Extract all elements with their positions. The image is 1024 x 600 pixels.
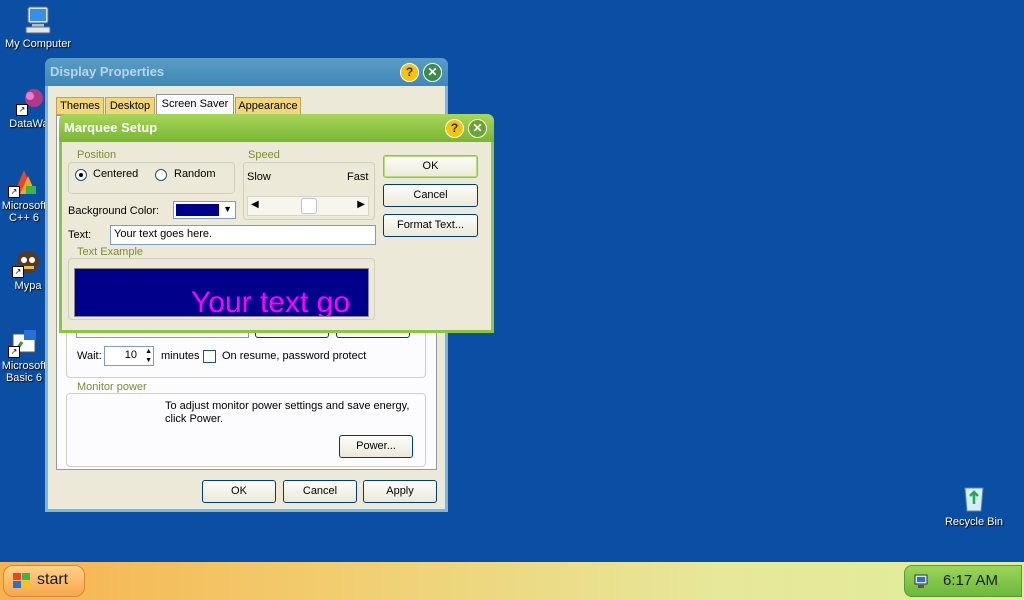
system-tray: 6:17 AM: [904, 565, 1022, 597]
background-color-swatch: [176, 204, 219, 216]
spin-up-icon: ▲: [145, 348, 152, 355]
tab-desktop[interactable]: Desktop: [105, 97, 155, 115]
display-properties-titlebar[interactable]: Display Properties: [45, 58, 448, 86]
desktop-icon-label: Recycle Bin: [944, 516, 1004, 528]
shortcut-arrow-icon: ↗: [16, 104, 28, 116]
speed-scrollbar[interactable]: ◀ ▶: [247, 196, 369, 216]
scroll-left-icon[interactable]: ◀: [251, 199, 259, 210]
background-color-picker[interactable]: ▼: [173, 201, 236, 219]
background-color-label: Background Color:: [68, 205, 160, 217]
text-label: Text:: [68, 229, 92, 241]
apply-button[interactable]: Apply: [363, 480, 437, 503]
taskbar: [0, 562, 1024, 600]
speed-group-label: Speed: [246, 149, 282, 161]
password-protect-label: On resume, password protect: [222, 350, 367, 362]
format-text-button[interactable]: Format Text...: [383, 214, 478, 237]
wait-label: Wait:: [77, 350, 102, 362]
monitor-power-group-label: Monitor power: [75, 381, 149, 393]
desktop-icon-label: Mypa: [14, 280, 42, 292]
desktop-icon-label: My Computer: [4, 38, 72, 50]
close-button[interactable]: ✕: [423, 63, 442, 82]
wait-minutes-spinner[interactable]: 10 ▲ ▼: [104, 346, 154, 366]
text-example-text: Your text go: [191, 286, 351, 317]
help-button[interactable]: ?: [445, 119, 464, 138]
centered-label: Centered: [93, 168, 139, 180]
marquee-setup-window: Marquee Setup ? ✕ Position Centered Rand…: [59, 114, 494, 333]
start-label: start: [37, 571, 69, 588]
spin-down-icon: ▼: [145, 357, 152, 364]
marquee-setup-titlebar[interactable]: Marquee Setup: [59, 114, 494, 142]
random-radio[interactable]: [155, 169, 167, 181]
text-example-preview: Your text go: [74, 268, 369, 317]
desktop-icon-my-computer[interactable]: My Computer: [0, 4, 76, 50]
shortcut-arrow-icon: ↗: [8, 346, 20, 358]
power-button[interactable]: Power...: [339, 435, 413, 458]
random-label: Random: [174, 168, 216, 180]
clock[interactable]: 6:17 AM: [943, 572, 998, 589]
close-button[interactable]: ✕: [468, 119, 487, 138]
start-button[interactable]: start: [3, 565, 85, 597]
tab-screen-saver[interactable]: Screen Saver: [156, 94, 234, 116]
cancel-button[interactable]: Cancel: [283, 480, 357, 503]
scroll-right-icon[interactable]: ▶: [357, 199, 365, 210]
desktop-icon-recycle-bin[interactable]: Recycle Bin: [936, 482, 1012, 528]
network-icon[interactable]: [913, 572, 931, 590]
window-title: Display Properties: [50, 64, 165, 79]
chevron-down-icon: ▼: [223, 204, 232, 214]
position-group-label: Position: [75, 149, 119, 161]
window-title: Marquee Setup: [64, 120, 158, 135]
recycle-bin-icon: [964, 487, 984, 512]
text-example-group-label: Text Example: [75, 246, 146, 258]
password-protect-checkbox[interactable]: [203, 350, 216, 363]
my-computer-icon: [25, 6, 51, 34]
cancel-button[interactable]: Cancel: [383, 184, 478, 207]
shortcut-arrow-icon: ↗: [12, 266, 24, 278]
ok-button[interactable]: OK: [202, 480, 276, 503]
slow-label: Slow: [247, 171, 271, 183]
shortcut-arrow-icon: ↗: [8, 186, 20, 198]
centered-radio[interactable]: [75, 169, 87, 181]
fast-label: Fast: [347, 171, 369, 183]
help-button[interactable]: ?: [400, 63, 419, 82]
minutes-label: minutes: [161, 350, 200, 362]
tab-appearance[interactable]: Appearance: [235, 97, 301, 115]
marquee-text-input[interactable]: Your text goes here.: [110, 225, 376, 245]
windows-logo-icon: [13, 573, 30, 588]
tab-themes[interactable]: Themes: [56, 97, 104, 115]
ok-button[interactable]: OK: [383, 155, 478, 178]
speed-thumb[interactable]: [301, 198, 317, 214]
monitor-power-text: To adjust monitor power settings and sav…: [165, 400, 410, 425]
